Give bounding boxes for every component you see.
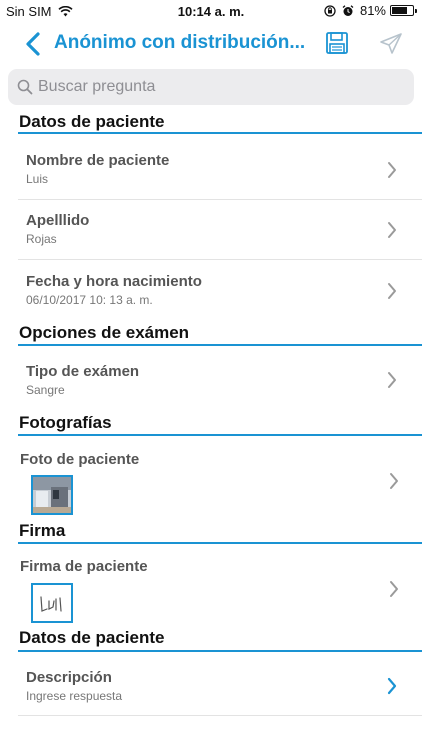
- row-label: Tipo de exámen: [26, 363, 140, 380]
- row-value: Luis: [26, 172, 49, 186]
- search-input[interactable]: Buscar pregunta: [38, 78, 155, 96]
- section-divider: [18, 132, 422, 134]
- chevron-right-icon: [388, 283, 396, 299]
- nav-title: Anónimo con distribución...: [54, 32, 306, 53]
- battery-icon: [390, 5, 417, 16]
- row-value: Sangre: [26, 383, 65, 397]
- row-apellido[interactable]: Apelllido Rojas: [0, 200, 422, 260]
- section-header-opciones-examen: Opciones de exámen: [19, 323, 190, 342]
- status-bar: Sin SIM 10:14 a. m. 81%: [0, 0, 422, 22]
- row-tipo-examen[interactable]: Tipo de exámen Sangre: [0, 352, 422, 408]
- section-divider: [18, 650, 422, 652]
- patient-photo-thumbnail[interactable]: [31, 475, 73, 515]
- section-header-datos-paciente-2: Datos de paciente: [19, 628, 165, 647]
- section-divider: [18, 542, 422, 544]
- paper-plane-icon[interactable]: [378, 31, 404, 57]
- row-label: Firma de paciente: [20, 558, 148, 575]
- chevron-right-icon: [388, 372, 396, 388]
- chevron-right-icon: [387, 677, 397, 695]
- back-chevron-icon[interactable]: [22, 30, 46, 58]
- search-bar[interactable]: Buscar pregunta: [8, 69, 414, 105]
- row-fecha-nacimiento[interactable]: Fecha y hora nacimiento 06/10/2017 10: 1…: [0, 260, 422, 318]
- row-placeholder: Ingrese respuesta: [26, 689, 123, 703]
- chevron-right-icon: [390, 581, 398, 597]
- section-divider: [18, 344, 422, 346]
- row-value: Rojas: [26, 232, 57, 246]
- status-right: 81%: [324, 3, 417, 18]
- row-nombre-paciente[interactable]: Nombre de paciente Luis: [0, 140, 422, 200]
- alarm-icon: [342, 4, 354, 16]
- row-label: Nombre de paciente: [26, 152, 170, 169]
- row-foto-paciente[interactable]: Foto de paciente: [0, 440, 422, 520]
- search-icon: [17, 79, 33, 95]
- row-value: 06/10/2017 10: 13 a. m.: [26, 293, 153, 307]
- floppy-disk-icon[interactable]: [325, 31, 349, 55]
- section-header-datos-paciente: Datos de paciente: [19, 112, 165, 131]
- signature-thumbnail[interactable]: [31, 583, 73, 623]
- row-label: Apelllido: [26, 212, 90, 229]
- chevron-right-icon: [388, 162, 396, 178]
- row-firma-paciente[interactable]: Firma de paciente: [0, 548, 422, 628]
- row-descripcion[interactable]: Descripción Ingrese respuesta: [0, 658, 422, 716]
- row-label: Foto de paciente: [20, 451, 140, 468]
- photo-image: [33, 477, 71, 513]
- signature-image: [40, 596, 62, 612]
- section-header-firma: Firma: [19, 521, 66, 540]
- row-label: Fecha y hora nacimiento: [26, 273, 202, 290]
- section-header-fotografias: Fotografías: [19, 413, 112, 432]
- navigation-bar: Anónimo con distribución...: [0, 22, 422, 66]
- section-divider: [18, 434, 422, 436]
- orientation-lock-icon: [324, 4, 336, 17]
- chevron-right-icon: [388, 222, 396, 238]
- row-divider: [18, 715, 422, 716]
- row-label: Descripción: [26, 669, 112, 686]
- chevron-right-icon: [390, 473, 398, 489]
- battery-percent: 81%: [359, 3, 386, 18]
